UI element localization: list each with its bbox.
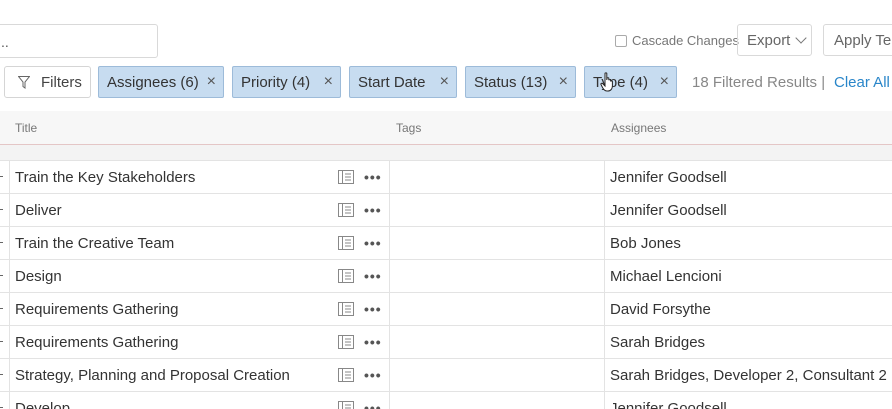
row-title[interactable]: Design [15,268,62,285]
row-assignees: Jennifer Goodsell [610,400,727,409]
row-title[interactable]: Deliver [15,202,62,219]
task-table-body: Train the Key Stakeholders ••• Jennifer … [0,161,892,409]
filter-chip-label: Priority (4) [241,73,311,91]
filter-chip-assignees[interactable]: Assignees (6) × [98,66,224,98]
table-header: Title Tags Assignees [0,111,892,145]
clear-all-link[interactable]: Clear All [834,74,890,91]
close-icon[interactable]: × [660,74,669,90]
filter-chip-label: Status (13) [474,73,548,91]
filter-chip-status[interactable]: Status (13) × [465,66,576,98]
row-assignees: David Forsythe [610,301,711,318]
more-options-icon[interactable]: ••• [364,169,382,185]
more-options-icon[interactable]: ••• [364,235,382,251]
row-indent-marker [0,308,3,309]
close-icon[interactable]: × [207,74,216,90]
row-assignees: Sarah Bridges, Developer 2, Consultant 2 [610,367,887,384]
table-row[interactable]: Requirements Gathering ••• Sarah Bridges [0,326,892,359]
filter-icon [18,75,30,89]
row-title[interactable]: Train the Creative Team [15,235,174,252]
notes-icon[interactable] [338,269,354,283]
notes-icon[interactable] [338,302,354,316]
table-row[interactable]: Deliver ••• Jennifer Goodsell [0,194,892,227]
row-title[interactable]: Develop [15,400,70,409]
apply-template-button[interactable]: Apply Ter [823,24,892,56]
close-icon[interactable]: × [324,74,333,90]
notes-icon[interactable] [338,401,354,409]
more-options-icon[interactable]: ••• [364,301,382,317]
row-indent-marker [0,176,3,177]
close-icon[interactable]: × [440,74,449,90]
table-spacer-row [0,145,892,161]
row-title[interactable]: Strategy, Planning and Proposal Creation [15,367,290,384]
filter-chip-type[interactable]: Type (4) × [584,66,677,98]
row-indent-marker [0,407,3,408]
row-assignees: Jennifer Goodsell [610,169,727,186]
row-indent-marker [0,209,3,210]
row-indent-marker [0,275,3,276]
apply-template-label: Apply Ter [834,32,892,49]
column-header-assignees[interactable]: Assignees [611,121,666,135]
table-row[interactable]: Train the Creative Team ••• Bob Jones [0,227,892,260]
cascade-changes-checkbox[interactable]: Cascade Changes [615,33,739,48]
row-assignees: Bob Jones [610,235,681,252]
row-assignees: Michael Lencioni [610,268,722,285]
export-button[interactable]: Export [737,24,812,56]
cascade-changes-label: Cascade Changes [632,33,739,48]
row-assignees: Jennifer Goodsell [610,202,727,219]
filter-chip-priority[interactable]: Priority (4) × [232,66,341,98]
table-row[interactable]: Develop ••• Jennifer Goodsell [0,392,892,409]
row-indent-marker [0,341,3,342]
more-options-icon[interactable]: ••• [364,268,382,284]
filter-chip-label: Assignees (6) [107,73,199,91]
column-header-title[interactable]: Title [15,121,37,135]
row-title[interactable]: Requirements Gathering [15,334,178,351]
notes-icon[interactable] [338,368,354,382]
table-row[interactable]: Strategy, Planning and Proposal Creation… [0,359,892,392]
close-icon[interactable]: × [559,74,568,90]
hand-cursor-icon [600,72,613,92]
more-options-icon[interactable]: ••• [364,400,382,409]
more-options-icon[interactable]: ••• [364,202,382,218]
filtered-results-count: 18 Filtered Results | [692,74,826,91]
notes-icon[interactable] [338,170,354,184]
notes-icon[interactable] [338,236,354,250]
search-input-value: .. [1,34,9,50]
row-assignees: Sarah Bridges [610,334,706,351]
search-input[interactable]: .. [0,24,158,58]
checkbox-icon[interactable] [615,34,627,47]
row-indent-marker [0,374,3,375]
row-indent-marker [0,242,3,243]
table-row[interactable]: Train the Key Stakeholders ••• Jennifer … [0,161,892,194]
notes-icon[interactable] [338,335,354,349]
export-label: Export [747,31,791,49]
more-options-icon[interactable]: ••• [364,367,382,383]
table-row[interactable]: Requirements Gathering ••• David Forsyth… [0,293,892,326]
row-title[interactable]: Requirements Gathering [15,301,178,318]
chevron-down-icon [795,31,808,44]
notes-icon[interactable] [338,203,354,217]
table-row[interactable]: Design ••• Michael Lencioni [0,260,892,293]
filters-button[interactable]: Filters [4,66,91,98]
filters-label: Filters [41,73,82,91]
filter-chip-start-date[interactable]: Start Date × [349,66,457,98]
column-header-tags[interactable]: Tags [396,121,421,135]
more-options-icon[interactable]: ••• [364,334,382,350]
filter-chip-label: Start Date [358,73,426,91]
row-title[interactable]: Train the Key Stakeholders [15,169,195,186]
